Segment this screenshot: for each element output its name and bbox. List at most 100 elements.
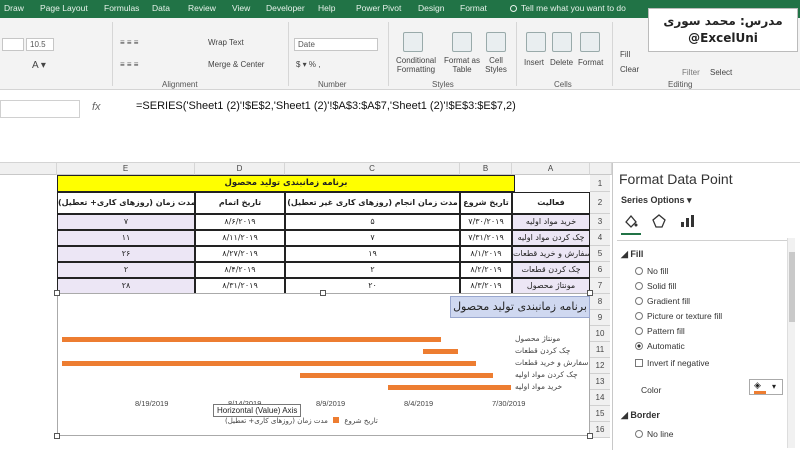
pattern-fill-option[interactable]: Pattern fill [635, 326, 685, 336]
scrollbar-thumb[interactable] [789, 252, 795, 322]
format-icon[interactable] [580, 32, 600, 52]
row-header-3[interactable]: 3 [590, 214, 610, 230]
font-color-icon[interactable]: A ▾ [32, 60, 46, 71]
row-header-5[interactable]: 5 [590, 246, 610, 262]
fill-button[interactable]: Fill [620, 50, 630, 59]
cell-c6[interactable]: ۲ [285, 262, 460, 278]
chart-resize-handle[interactable] [54, 433, 60, 439]
chart-resize-handle[interactable] [587, 433, 593, 439]
chart-resize-handle[interactable] [320, 290, 326, 296]
formula-text[interactable]: =SERIES('Sheet1 (2)'!$E$2,'Sheet1 (2)'!$… [136, 100, 516, 112]
cell-styles-icon[interactable] [486, 32, 506, 52]
border-section-header[interactable]: ◢ Border [621, 410, 660, 421]
delete-button[interactable]: Delete [550, 58, 573, 67]
gantt-bar[interactable] [299, 373, 494, 378]
row-header-12[interactable]: 12 [590, 358, 610, 374]
tab-page-layout[interactable]: Page Layout [40, 3, 88, 13]
column-header-c[interactable]: C [285, 163, 460, 175]
row-header-16[interactable]: 16 [590, 422, 610, 438]
row-header-14[interactable]: 14 [590, 390, 610, 406]
column-header-e[interactable]: E [57, 163, 195, 175]
cell-a3[interactable]: خرید مواد اولیه [512, 214, 590, 230]
header-c[interactable]: مدت زمان انجام (روزهای کاری غیر تعطیل) [285, 192, 460, 214]
number-format-dropdown[interactable]: Date [294, 38, 378, 51]
fill-line-icon[interactable] [623, 213, 639, 229]
invert-if-negative-checkbox[interactable]: Invert if negative [635, 358, 709, 368]
row-header-11[interactable]: 11 [590, 342, 610, 358]
row-header-6[interactable]: 6 [590, 262, 610, 278]
name-box[interactable] [0, 100, 80, 118]
row-header-9[interactable]: 9 [590, 310, 610, 326]
column-header-d[interactable]: D [195, 163, 285, 175]
cell-c4[interactable]: ۷ [285, 230, 460, 246]
chart-title[interactable]: برنامه زمانبندی تولید محصول [450, 296, 590, 318]
cell-a4[interactable]: چک کردن مواد اولیه [512, 230, 590, 246]
insert-icon[interactable] [526, 32, 546, 52]
row-header-8[interactable]: 8 [590, 294, 610, 310]
cell-b3[interactable]: ۷/۳۰/۲۰۱۹ [460, 214, 512, 230]
cell-c5[interactable]: ۱۹ [285, 246, 460, 262]
cell-d5[interactable]: ۸/۲۷/۲۰۱۹ [195, 246, 285, 262]
tab-format[interactable]: Format [460, 3, 487, 13]
font-name-box[interactable] [2, 38, 24, 51]
column-header-a[interactable]: A [512, 163, 590, 175]
gradient-fill-option[interactable]: Gradient fill [635, 296, 690, 306]
row-header-10[interactable]: 10 [590, 326, 610, 342]
cell-d4[interactable]: ۸/۱۱/۲۰۱۹ [195, 230, 285, 246]
align-left-icon[interactable]: ≡ ≡ ≡ [120, 60, 138, 69]
no-fill-option[interactable]: No fill [635, 266, 668, 276]
cell-e5[interactable]: ۲۶ [57, 246, 195, 262]
cell-e4[interactable]: ۱۱ [57, 230, 195, 246]
tab-formulas[interactable]: Formulas [104, 3, 139, 13]
format-button[interactable]: Format [578, 58, 603, 67]
format-as-table-button[interactable]: Format as Table [442, 56, 482, 74]
header-b[interactable]: تاریخ شروع [460, 192, 512, 214]
automatic-fill-option[interactable]: Automatic [635, 341, 685, 351]
solid-fill-option[interactable]: Solid fill [635, 281, 676, 291]
chart-legend[interactable]: تاریخ شروع مدت زمان (روزهای کاری+ تعطیل) [225, 417, 378, 425]
header-a[interactable]: فعالیت [512, 192, 590, 214]
row-header-4[interactable]: 4 [590, 230, 610, 246]
merge-center-button[interactable]: Merge & Center [208, 60, 264, 69]
chart-resize-handle[interactable] [54, 290, 60, 296]
cell-a6[interactable]: چک کردن قطعات [512, 262, 590, 278]
insert-button[interactable]: Insert [524, 58, 544, 67]
table-title[interactable]: برنامه زمانبندی تولید محصول [57, 175, 515, 192]
cell-c3[interactable]: ۵ [285, 214, 460, 230]
conditional-formatting-button[interactable]: Conditional Formatting [394, 56, 438, 74]
cell-a7[interactable]: مونتاژ محصول [512, 278, 590, 294]
wrap-text-button[interactable]: Wrap Text [208, 38, 244, 47]
accounting-icon[interactable]: $ ▾ % , [296, 60, 320, 69]
row-header-7[interactable]: 7 [590, 278, 610, 294]
tab-data[interactable]: Data [152, 3, 170, 13]
cell-d3[interactable]: ۸/۶/۲۰۱۹ [195, 214, 285, 230]
delete-icon[interactable] [552, 32, 572, 52]
tab-help[interactable]: Help [318, 3, 335, 13]
series-options-icon[interactable] [679, 213, 695, 229]
fx-icon[interactable]: fx [92, 101, 101, 113]
tab-design[interactable]: Design [418, 3, 444, 13]
cell-b7[interactable]: ۸/۳/۲۰۱۹ [460, 278, 512, 294]
cell-e6[interactable]: ۲ [57, 262, 195, 278]
conditional-formatting-icon[interactable] [403, 32, 423, 52]
effects-icon[interactable] [651, 213, 667, 229]
cell-d7[interactable]: ۸/۳۱/۲۰۱۹ [195, 278, 285, 294]
format-as-table-icon[interactable] [452, 32, 472, 52]
cell-styles-button[interactable]: Cell Styles [482, 56, 510, 74]
row-header-2[interactable]: 2 [590, 192, 610, 214]
picture-fill-option[interactable]: Picture or texture fill [635, 311, 722, 321]
cell-c7[interactable]: ۲۰ [285, 278, 460, 294]
font-size-box[interactable]: 10.5 [26, 38, 54, 51]
clear-button[interactable]: Clear [620, 65, 639, 74]
no-line-option[interactable]: No line [635, 429, 673, 439]
gantt-bar[interactable] [423, 349, 459, 354]
align-top-icon[interactable]: ≡ ≡ ≡ [120, 38, 138, 47]
series-options-dropdown[interactable]: Series Options ▾ [621, 195, 692, 206]
header-e[interactable]: مدت زمان (روزهای کاری+ تعطیل) [57, 192, 195, 214]
select-button[interactable]: Select [710, 68, 732, 77]
cell-a5[interactable]: سفارش و خرید قطعات [512, 246, 590, 262]
gantt-bar[interactable] [62, 337, 441, 342]
color-picker-button[interactable]: ◈ ▾ [749, 379, 783, 395]
row-header-13[interactable]: 13 [590, 374, 610, 390]
tab-developer[interactable]: Developer [266, 3, 305, 13]
